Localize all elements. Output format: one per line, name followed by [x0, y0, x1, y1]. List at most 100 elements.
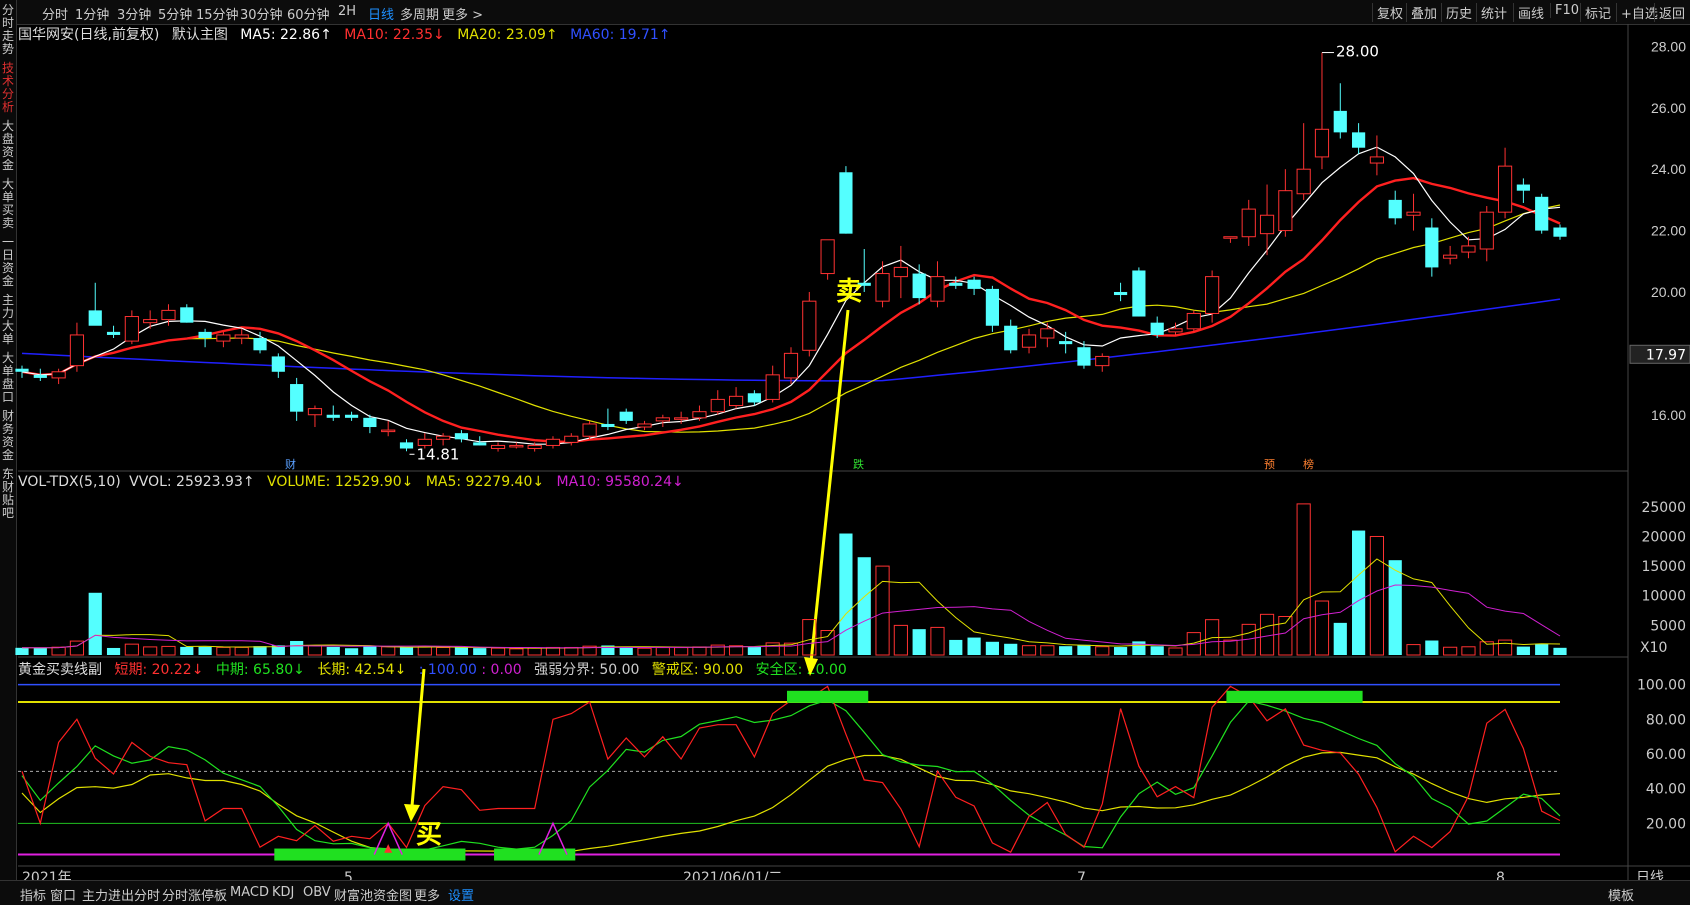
chart-canvas[interactable]: 28.00 26.00 24.00 22.00 20.00 16.00 17.97 28.00… [0, 0, 1690, 904]
candle-body [1021, 334, 1037, 348]
buy-arrow [410, 668, 426, 807]
volume-bar [124, 643, 139, 656]
volume-bar [765, 642, 780, 656]
event-mark: 榜 [1303, 457, 1314, 471]
candle-body [15, 368, 29, 372]
volume-bar [436, 646, 451, 656]
volume-bar [1168, 647, 1183, 656]
candle-body [1168, 328, 1183, 333]
candle-body [1388, 199, 1402, 219]
volume-bar [307, 645, 323, 656]
candle-body [399, 442, 414, 449]
price-tick: 24.00 [1651, 161, 1686, 177]
event-mark: 预 [1264, 458, 1275, 471]
volume-bar [1059, 646, 1073, 655]
candle-body [381, 429, 396, 433]
candle-body [839, 172, 853, 234]
volume-bar [290, 640, 304, 655]
template-button[interactable]: 模板 [1608, 885, 1634, 904]
bottom-tab-0[interactable]: 指标 [20, 885, 46, 904]
candle-body [783, 352, 799, 379]
candle-body [326, 414, 340, 418]
candle-body [545, 438, 561, 446]
candle-body [1040, 328, 1055, 339]
candle-body [1425, 227, 1439, 268]
bottom-tab-1[interactable]: 窗口 [50, 885, 76, 904]
volume-bar [1516, 646, 1530, 655]
candle-body [1479, 211, 1494, 250]
candle-body [893, 266, 908, 278]
candle-body [33, 374, 47, 378]
candle-body [967, 279, 981, 289]
candle-body [1516, 184, 1530, 191]
candle-body [765, 374, 780, 400]
candle-body [216, 334, 231, 342]
volume-bar [564, 646, 579, 656]
candle-body [985, 288, 999, 326]
volume-tick: 5000 [1650, 618, 1686, 634]
volume-bar [839, 533, 853, 655]
volume-tick: 15000 [1641, 559, 1686, 575]
candle-body [143, 319, 158, 324]
candle-body [1352, 132, 1366, 148]
volume-bar [363, 646, 377, 655]
volume-bar [33, 647, 47, 655]
event-mark: 跌 [853, 457, 864, 471]
bottom-tab-3[interactable]: 分时涨停板 [162, 885, 227, 904]
candle-body [290, 384, 304, 412]
candle-body [1443, 254, 1458, 259]
candle-body [1077, 347, 1091, 366]
candle-body [802, 300, 817, 351]
volume-bar [893, 624, 908, 656]
candle-body [51, 371, 66, 379]
candle-body [271, 356, 285, 372]
price-tick: 26.00 [1651, 100, 1686, 116]
volume-tick: 20000 [1641, 529, 1686, 545]
volume-bar [1497, 639, 1513, 656]
candle-body [509, 444, 524, 448]
volume-unit-label: X10 [1640, 640, 1667, 656]
candle-body [490, 444, 506, 450]
candle-body [582, 423, 597, 437]
volume-tick: 10000 [1641, 589, 1686, 605]
candle-body [161, 309, 176, 321]
volume-bar [949, 639, 963, 655]
volume-bar [143, 646, 158, 656]
volume-bar [1406, 644, 1421, 656]
volume-ma5-line [22, 558, 1561, 649]
ma5-line [21, 146, 1561, 445]
volume-bar [381, 646, 396, 656]
bottom-tab-4[interactable]: MACD [230, 885, 269, 900]
low-price-label: 14.81 [417, 445, 460, 463]
volume-bar [692, 646, 707, 656]
candle-body [88, 310, 102, 326]
candle-body [69, 334, 85, 367]
volume-bar [930, 626, 945, 656]
volume-bar [747, 647, 761, 655]
volume-bar [527, 647, 542, 656]
volume-bar [820, 630, 835, 656]
volume-bar [1461, 646, 1476, 656]
short-term-line [21, 685, 1561, 854]
bottom-tab-2[interactable]: 主力进出分时 [82, 885, 160, 904]
volume-bar [985, 641, 999, 655]
volume-bar [857, 557, 871, 655]
bottom-tab-8[interactable]: 更多 [414, 885, 440, 904]
bottom-tab-5[interactable]: KDJ [272, 885, 294, 900]
volume-bar [216, 646, 231, 656]
candle-body [1095, 355, 1110, 367]
bottom-tab-7[interactable]: 财富池资金图 [334, 885, 412, 904]
volume-bar [912, 629, 926, 655]
candle-body [473, 442, 487, 446]
indicator-tick: 20.00 [1646, 816, 1686, 832]
price-tick: 28.00 [1651, 38, 1686, 54]
signal-bar [1226, 690, 1363, 703]
volume-bar [1077, 644, 1091, 655]
volume-bar [1314, 600, 1330, 656]
candle-body [564, 435, 579, 443]
bottom-tab-6[interactable]: OBV [303, 885, 331, 900]
candle-body [728, 395, 744, 407]
bottom-tab-9[interactable]: 设置 [448, 885, 474, 904]
volume-bar [253, 646, 267, 655]
mid-term-line [21, 699, 1561, 853]
